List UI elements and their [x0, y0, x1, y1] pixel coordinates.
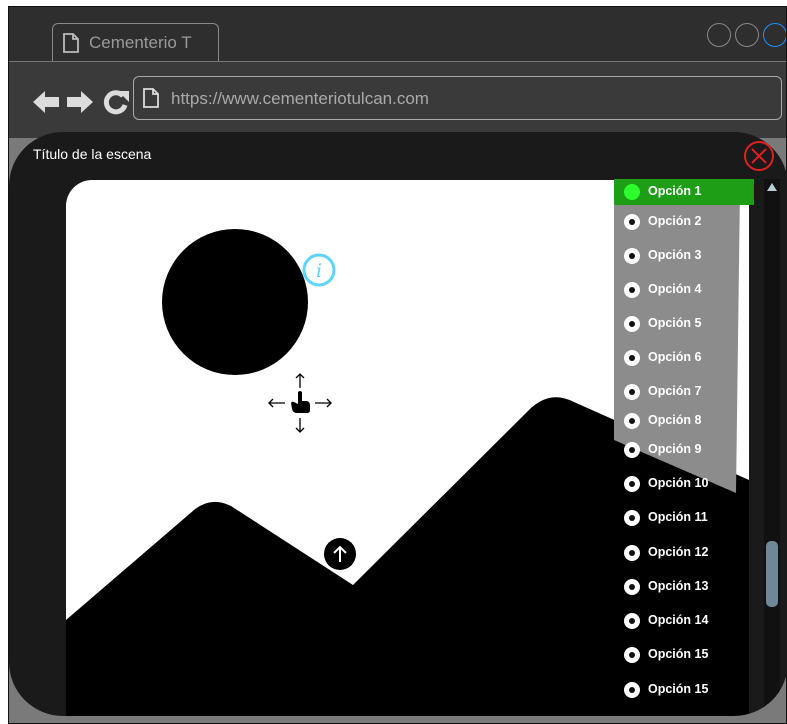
- arrow-right-icon[interactable]: [65, 87, 95, 117]
- option-item[interactable]: Opción 7: [614, 379, 754, 405]
- option-item[interactable]: Opción 8: [614, 408, 754, 434]
- option-label: Opción 1: [648, 184, 702, 198]
- option-item[interactable]: Opción 5: [614, 311, 754, 337]
- option-radio[interactable]: [624, 316, 640, 332]
- page-icon: [143, 88, 159, 108]
- arrow-up-icon: [333, 545, 347, 562]
- arrow-left-icon[interactable]: [31, 87, 61, 117]
- hand-move-icon[interactable]: [267, 372, 333, 434]
- address-text: https://www.cementeriotulcan.com: [171, 89, 429, 108]
- tab-title: Cementerio T: [89, 33, 192, 52]
- option-item[interactable]: Opción 9: [614, 437, 754, 463]
- options-panel: Opción 1 Opción 2 Opción 3 Opción 4 Opción 5…: [614, 179, 757, 716]
- option-label: Opción 7: [648, 384, 702, 398]
- scroll-down-arrow-icon[interactable]: [764, 700, 780, 716]
- option-radio[interactable]: [624, 682, 640, 698]
- option-label: Opción 12: [648, 545, 709, 559]
- option-label: Opción 10: [648, 476, 709, 490]
- option-radio[interactable]: [624, 476, 640, 492]
- option-item[interactable]: Opción 11: [614, 505, 754, 531]
- option-label: Opción 5: [648, 316, 702, 330]
- browser-tab[interactable]: Cementerio T: [52, 23, 219, 61]
- option-radio[interactable]: [624, 647, 640, 663]
- option-radio[interactable]: [624, 214, 640, 230]
- scroll-top-button[interactable]: [324, 538, 356, 570]
- address-bar[interactable]: https://www.cementeriotulcan.com: [133, 76, 782, 120]
- option-radio[interactable]: [624, 545, 640, 561]
- option-label: Opción 4: [648, 282, 702, 296]
- reload-icon[interactable]: [101, 87, 131, 117]
- title-bar: Cementerio T: [9, 7, 786, 62]
- option-item[interactable]: Opción 12: [614, 540, 754, 566]
- window-button-2[interactable]: [735, 23, 759, 47]
- option-label: Opción 3: [648, 248, 702, 262]
- page-icon: [63, 33, 79, 53]
- option-item[interactable]: Opción 1: [614, 179, 754, 205]
- option-radio[interactable]: [624, 350, 640, 366]
- option-item[interactable]: Opción 13: [614, 574, 754, 600]
- option-label: Opción 15: [648, 682, 709, 696]
- option-radio[interactable]: [624, 282, 640, 298]
- option-radio[interactable]: [624, 442, 640, 458]
- option-item[interactable]: Opción 6: [614, 345, 754, 371]
- option-radio[interactable]: [624, 510, 640, 526]
- option-label: Opción 11: [648, 510, 708, 524]
- option-item[interactable]: Opción 4: [614, 277, 754, 303]
- option-label: Opción 6: [648, 350, 702, 364]
- modal-title: Título de la escena: [33, 146, 152, 162]
- option-item[interactable]: Opción 14: [614, 608, 754, 634]
- option-radio[interactable]: [624, 248, 640, 264]
- option-radio[interactable]: [624, 579, 640, 595]
- option-item[interactable]: Opción 15: [614, 677, 754, 703]
- scene-sun: [162, 229, 308, 375]
- close-icon[interactable]: [743, 140, 775, 172]
- option-radio[interactable]: [624, 384, 640, 400]
- window-button-3[interactable]: [763, 23, 786, 47]
- scroll-up-arrow-icon[interactable]: [764, 179, 780, 195]
- options-scrollbar[interactable]: [764, 179, 780, 716]
- navigation-bar: https://www.cementeriotulcan.com: [9, 62, 786, 138]
- option-label: Opción 9: [648, 442, 702, 456]
- svg-text:i: i: [316, 260, 322, 282]
- window-button-1[interactable]: [707, 23, 731, 47]
- option-label: Opción 15: [648, 647, 709, 661]
- option-radio[interactable]: [624, 613, 640, 629]
- option-radio[interactable]: [624, 184, 640, 200]
- option-item[interactable]: Opción 2: [614, 209, 754, 235]
- scene-modal: Título de la escena i Opción 1 Opción 2 Op…: [9, 132, 787, 716]
- option-item[interactable]: Opción 3: [614, 243, 754, 269]
- scrollbar-thumb[interactable]: [766, 541, 778, 607]
- option-item[interactable]: Opción 15: [614, 642, 754, 668]
- option-label: Opción 14: [648, 613, 709, 627]
- option-radio[interactable]: [624, 413, 640, 429]
- option-label: Opción 2: [648, 214, 702, 228]
- info-icon[interactable]: i: [302, 253, 336, 287]
- option-item[interactable]: Opción 10: [614, 471, 754, 497]
- option-label: Opción 8: [648, 413, 702, 427]
- option-label: Opción 13: [648, 579, 709, 593]
